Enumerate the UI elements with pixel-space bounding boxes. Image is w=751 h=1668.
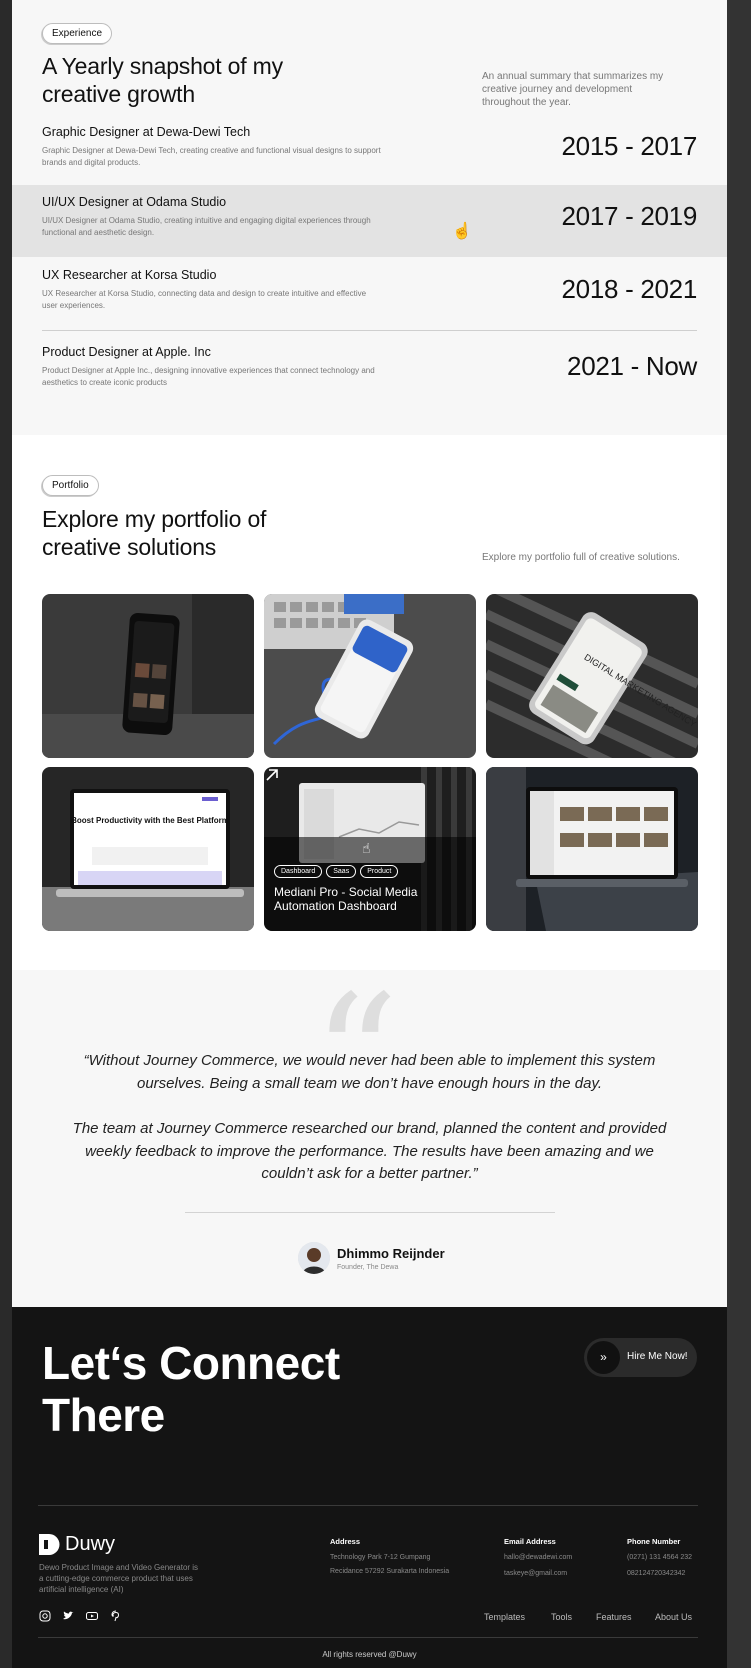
experience-title: UI/UX Designer at Odama Studio [42, 195, 227, 209]
twitter-icon[interactable] [62, 1610, 74, 1622]
phone-number: 082124720342342 [627, 1570, 686, 1577]
footer: Let‘s Connect There » Hire Me Now! Duwy … [12, 1307, 727, 1668]
footer-link-about-us[interactable]: About Us [655, 1612, 692, 1622]
footer-link-templates[interactable]: Templates [484, 1612, 525, 1622]
testimonial-quote: “Without Journey Commerce, we would neve… [83, 1052, 656, 1092]
experience-item[interactable]: UX Researcher at Korsa Studio UX Researc… [12, 258, 727, 330]
window-edge [727, 0, 751, 1668]
chevrons-right-icon: » [587, 1341, 620, 1374]
experience-years: 2015 - 2017 [561, 131, 698, 161]
portfolio-image: Boost Productivity with the Best Platfor… [42, 767, 254, 931]
brand-name: Duwy [65, 1533, 116, 1555]
experience-item[interactable]: Product Designer at Apple. Inc Product D… [12, 335, 727, 407]
author-name: Dhimmo Reijnder [337, 1246, 445, 1261]
phone-label: Phone Number [627, 1537, 681, 1546]
footer-divider [38, 1637, 698, 1638]
portfolio-image [264, 594, 476, 758]
footer-divider [38, 1505, 698, 1506]
email-link[interactable]: hallo@dewadewi.com [504, 1550, 572, 1565]
portfolio-card-featured[interactable]: ☝ Dashboard Saas Product Mediani Pro - S… [264, 767, 476, 931]
divider [42, 330, 697, 331]
youtube-icon[interactable] [86, 1610, 98, 1622]
tag[interactable]: Saas [326, 865, 357, 878]
portfolio-card[interactable]: DIGITAL MARKETING AGENCY [486, 594, 698, 758]
portfolio-heading: Explore my portfolio of creative solutio… [42, 506, 267, 560]
portfolio-badge: Portfolio [42, 475, 99, 496]
brand-description: Dewo Product Image and Video Generator i… [39, 1563, 199, 1594]
email-label: Email Address [504, 1537, 556, 1546]
experience-note: An annual summary that summarizes my cre… [482, 71, 664, 108]
portfolio-image [486, 767, 698, 931]
divider [185, 1212, 555, 1213]
testimonial-section: “ “Without Journey Commerce, we would ne… [12, 970, 727, 1307]
experience-item[interactable]: UI/UX Designer at Odama Studio UI/UX Des… [12, 185, 727, 257]
page: Experience A Yearly snapshot of my creat… [12, 0, 727, 1668]
experience-desc: UI/UX Designer at Odama Studio, creating… [42, 216, 371, 237]
pinterest-icon[interactable] [110, 1610, 122, 1622]
experience-heading: A Yearly snapshot of my creative growth [42, 53, 283, 107]
hand-cursor-icon: ☝ [362, 841, 371, 857]
email-link[interactable]: taskeye@gmail.com [504, 1566, 567, 1581]
experience-title: Product Designer at Apple. Inc [42, 345, 211, 359]
footer-link-tools[interactable]: Tools [551, 1612, 572, 1622]
author-role: Founder, The Dewa [337, 1264, 399, 1271]
tag[interactable]: Dashboard [274, 865, 323, 878]
tag-list: Dashboard Saas Product [274, 865, 399, 878]
phone-number: (0271) 131 4564 232 [627, 1554, 692, 1561]
experience-desc: Product Designer at Apple Inc., designin… [42, 366, 375, 387]
portfolio-image [42, 594, 254, 758]
hire-me-button[interactable]: » Hire Me Now! [584, 1338, 697, 1377]
experience-years: 2021 - Now [567, 351, 697, 381]
address-label: Address [330, 1537, 361, 1546]
cta-heading: Let‘s Connect There [42, 1337, 340, 1441]
experience-title: Graphic Designer at Dewa-Dewi Tech [42, 125, 251, 139]
experience-desc: UX Researcher at Korsa Studio, connectin… [42, 289, 367, 310]
footer-link-features[interactable]: Features [596, 1612, 632, 1622]
portfolio-note: Explore my portfolio full of creative so… [482, 552, 680, 563]
portfolio-card[interactable] [486, 767, 698, 931]
experience-years: 2018 - 2021 [561, 274, 698, 304]
address-line: Technology Park 7-12 Gumpang [330, 1554, 431, 1561]
instagram-icon[interactable] [39, 1610, 51, 1622]
experience-item[interactable]: Graphic Designer at Dewa-Dewi Tech Graph… [12, 115, 727, 187]
experience-badge: Experience [42, 23, 113, 44]
address-line: Recidance 57292 Surakarta Indonesia [330, 1568, 450, 1575]
tag[interactable]: Product [360, 865, 399, 878]
portfolio-card[interactable] [264, 594, 476, 758]
mock-boost-text: Boost Productivity with the Best Platfor… [71, 816, 229, 825]
hire-me-label: Hire Me Now! [627, 1351, 688, 1362]
experience-desc: Graphic Designer at Dewa-Dewi Tech, crea… [42, 146, 381, 167]
portfolio-section: Portfolio Explore my portfolio of creati… [12, 435, 727, 970]
testimonial-quote: The team at Journey Commerce researched … [72, 1120, 667, 1182]
portfolio-card-title: Mediani Pro - Social Media Automation Da… [274, 885, 418, 913]
avatar [298, 1242, 330, 1274]
experience-title: UX Researcher at Korsa Studio [42, 268, 217, 282]
experience-years: 2017 - 2019 [561, 201, 698, 231]
portfolio-card[interactable] [42, 594, 254, 758]
portfolio-image: DIGITAL MARKETING AGENCY [486, 594, 698, 758]
hand-cursor-icon: ☝ [452, 223, 472, 240]
experience-section: Experience A Yearly snapshot of my creat… [12, 0, 727, 435]
portfolio-card[interactable]: Boost Productivity with the Best Platfor… [42, 767, 254, 931]
copyright: All rights reserved @Duwy [322, 1650, 417, 1659]
brand-logo-icon [39, 1534, 60, 1555]
arrow-up-right-icon[interactable] [264, 767, 280, 783]
